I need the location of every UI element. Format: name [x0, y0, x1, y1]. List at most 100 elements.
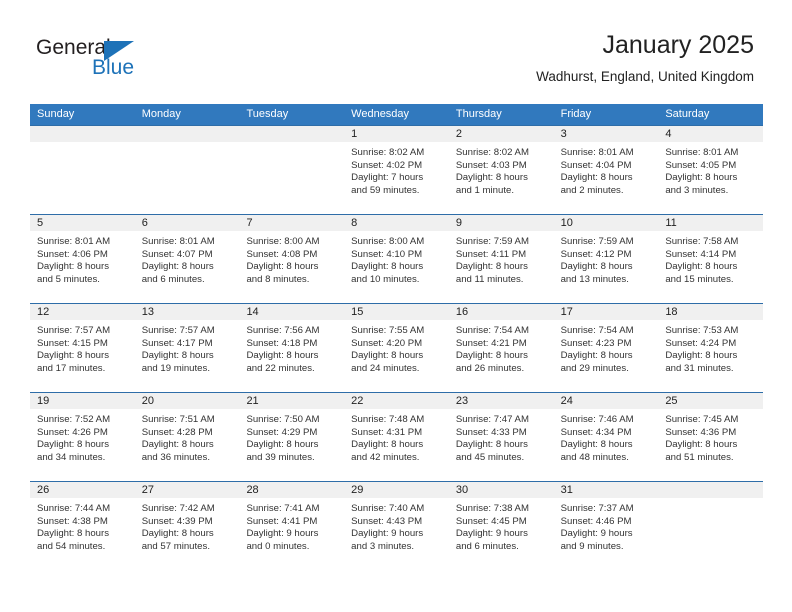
day-number-bar: 22 — [344, 393, 449, 410]
daylight-text-cont: and 17 minutes. — [37, 362, 106, 374]
daylight-text-cont: and 11 minutes. — [455, 273, 524, 285]
daylight-text: Daylight: 8 hours — [455, 350, 528, 362]
calendar-grid: Sunday Monday Tuesday Wednesday Thursday… — [30, 104, 764, 570]
day-cell[interactable]: 31 Sunrise: 7:37 AM Sunset: 4:46 PM Dayligh… — [553, 482, 659, 570]
calendar-week-row: 5 Sunrise: 8:01 AM Sunset: 4:06 PM Daylight… — [30, 214, 764, 303]
day-details: Sunrise: 8:00 AM Sunset: 4:10 PM Daylight:… — [344, 232, 449, 286]
sunset-text: Sunset: 4:14 PM — [665, 248, 737, 260]
day-cell[interactable]: 22 Sunrise: 7:48 AM Sunset: 4:31 PM Dayligh… — [344, 393, 449, 481]
day-number-bar: 28 — [239, 482, 345, 499]
day-cell[interactable]: 1 Sunrise: 8:02 AM Sunset: 4:02 PM Daylight… — [344, 126, 449, 214]
day-cell[interactable]: 5 Sunrise: 8:01 AM Sunset: 4:06 PM Daylight… — [30, 215, 135, 303]
daylight-text: Daylight: 8 hours — [351, 439, 424, 451]
day-details: Sunrise: 8:01 AM Sunset: 4:06 PM Daylight:… — [30, 232, 135, 286]
day-cell[interactable]: 13 Sunrise: 7:57 AM Sunset: 4:17 PM Dayligh… — [134, 304, 240, 392]
day-cell[interactable]: 3 Sunrise: 8:01 AM Sunset: 4:04 PM Daylight… — [553, 126, 659, 214]
day-cell[interactable]: 18 Sunrise: 7:53 AM Sunset: 4:24 PM Dayligh… — [658, 304, 764, 392]
day-cell[interactable]: 24 Sunrise: 7:46 AM Sunset: 4:34 PM Dayligh… — [553, 393, 659, 481]
sunrise-text: Sunrise: 8:00 AM — [246, 236, 320, 247]
day-cell[interactable] — [30, 126, 135, 214]
day-details: Sunrise: 7:53 AM Sunset: 4:24 PM Daylight:… — [658, 321, 763, 375]
day-cell[interactable]: 14 Sunrise: 7:56 AM Sunset: 4:18 PM Dayligh… — [239, 304, 345, 392]
sunrise-text: Sunrise: 7:45 AM — [665, 414, 739, 425]
day-number-bar: 11 — [658, 215, 764, 232]
day-details: Sunrise: 7:54 AM Sunset: 4:23 PM Daylight:… — [554, 321, 659, 375]
day-cell[interactable] — [134, 126, 240, 214]
day-cell[interactable]: 23 Sunrise: 7:47 AM Sunset: 4:33 PM Dayligh… — [448, 393, 554, 481]
sunset-text: Sunset: 4:12 PM — [560, 248, 632, 260]
day-details: Sunrise: 7:45 AM Sunset: 4:36 PM Daylight:… — [658, 410, 763, 464]
day-number-bar: 29 — [344, 482, 449, 499]
day-details: Sunrise: 7:50 AM Sunset: 4:29 PM Daylight:… — [239, 410, 344, 464]
sunset-text: Sunset: 4:29 PM — [246, 426, 318, 438]
day-cell[interactable]: 2 Sunrise: 8:02 AM Sunset: 4:03 PM Daylight… — [448, 126, 554, 214]
daylight-text: Daylight: 9 hours — [560, 528, 633, 540]
day-cell[interactable]: 25 Sunrise: 7:45 AM Sunset: 4:36 PM Dayligh… — [658, 393, 764, 481]
sunset-text: Sunset: 4:04 PM — [560, 159, 632, 171]
day-cell[interactable]: 19 Sunrise: 7:52 AM Sunset: 4:26 PM Dayligh… — [30, 393, 135, 481]
daylight-text: Daylight: 8 hours — [455, 439, 528, 451]
day-number-bar: 25 — [658, 393, 764, 410]
day-cell[interactable]: 17 Sunrise: 7:54 AM Sunset: 4:23 PM Dayligh… — [553, 304, 659, 392]
day-number-bar: 16 — [448, 304, 554, 321]
day-number: 30 — [455, 484, 469, 496]
day-cell[interactable]: 26 Sunrise: 7:44 AM Sunset: 4:38 PM Dayligh… — [30, 482, 135, 570]
sunset-text: Sunset: 4:34 PM — [560, 426, 632, 438]
sunset-text: Sunset: 4:28 PM — [141, 426, 213, 438]
day-cell[interactable]: 20 Sunrise: 7:51 AM Sunset: 4:28 PM Dayligh… — [134, 393, 240, 481]
sunrise-text: Sunrise: 8:01 AM — [141, 236, 215, 247]
sunrise-text: Sunrise: 7:44 AM — [37, 503, 111, 514]
sunrise-text: Sunrise: 7:51 AM — [141, 414, 215, 425]
sunrise-text: Sunrise: 7:48 AM — [351, 414, 425, 425]
day-cell[interactable]: 8 Sunrise: 8:00 AM Sunset: 4:10 PM Daylight… — [344, 215, 449, 303]
day-cell[interactable]: 11 Sunrise: 7:58 AM Sunset: 4:14 PM Dayligh… — [658, 215, 764, 303]
day-number-bar: 20 — [134, 393, 240, 410]
daylight-text-cont: and 54 minutes. — [37, 540, 106, 552]
day-cell[interactable]: 15 Sunrise: 7:55 AM Sunset: 4:20 PM Dayligh… — [344, 304, 449, 392]
daylight-text-cont: and 31 minutes. — [665, 362, 734, 374]
brand-logo[interactable]: General Blue — [36, 36, 226, 88]
sunset-text: Sunset: 4:45 PM — [455, 515, 527, 527]
daylight-text-cont: and 13 minutes. — [560, 273, 629, 285]
daylight-text: Daylight: 8 hours — [37, 350, 109, 362]
day-number: 19 — [37, 395, 50, 407]
day-number: 29 — [351, 484, 364, 496]
daylight-text: Daylight: 8 hours — [665, 350, 738, 362]
day-cell[interactable] — [239, 126, 345, 214]
day-number-bar: 1 — [344, 126, 449, 143]
day-cell[interactable]: 27 Sunrise: 7:42 AM Sunset: 4:39 PM Dayligh… — [134, 482, 240, 570]
daylight-text-cont: and 8 minutes. — [246, 273, 310, 285]
weekday-header-saturday: Saturday — [665, 108, 710, 120]
sunset-text: Sunset: 4:03 PM — [455, 159, 527, 171]
day-number: 8 — [351, 217, 358, 229]
day-cell[interactable]: 28 Sunrise: 7:41 AM Sunset: 4:41 PM Dayligh… — [239, 482, 345, 570]
sunset-text: Sunset: 4:06 PM — [37, 248, 108, 260]
day-cell[interactable]: 16 Sunrise: 7:54 AM Sunset: 4:21 PM Dayligh… — [448, 304, 554, 392]
day-cell[interactable] — [658, 482, 764, 570]
day-number-bar: 2 — [448, 126, 554, 143]
day-number-bar: 5 — [30, 215, 135, 232]
sunset-text: Sunset: 4:20 PM — [351, 337, 423, 349]
daylight-text-cont: and 6 minutes. — [141, 273, 205, 285]
sunrise-text: Sunrise: 8:01 AM — [37, 236, 111, 247]
daylight-text: Daylight: 9 hours — [246, 528, 319, 540]
sunset-text: Sunset: 4:11 PM — [455, 248, 527, 260]
day-details: Sunrise: 8:02 AM Sunset: 4:03 PM Daylight:… — [449, 143, 554, 197]
day-cell[interactable]: 6 Sunrise: 8:01 AM Sunset: 4:07 PM Daylight… — [134, 215, 240, 303]
sunrise-text: Sunrise: 7:53 AM — [665, 325, 739, 336]
day-cell[interactable]: 21 Sunrise: 7:50 AM Sunset: 4:29 PM Dayligh… — [239, 393, 345, 481]
day-number-bar: 6 — [134, 215, 240, 232]
daylight-text-cont: and 51 minutes. — [665, 451, 734, 463]
day-cell[interactable]: 12 Sunrise: 7:57 AM Sunset: 4:15 PM Dayligh… — [30, 304, 135, 392]
day-cell[interactable]: 7 Sunrise: 8:00 AM Sunset: 4:08 PM Daylight… — [239, 215, 345, 303]
day-number: 14 — [246, 306, 259, 318]
daylight-text-cont: and 9 minutes. — [560, 540, 624, 552]
day-cell[interactable]: 10 Sunrise: 7:59 AM Sunset: 4:12 PM Dayligh… — [553, 215, 659, 303]
daylight-text: Daylight: 8 hours — [141, 350, 214, 362]
day-details: Sunrise: 7:55 AM Sunset: 4:20 PM Daylight:… — [344, 321, 449, 375]
day-cell[interactable]: 29 Sunrise: 7:40 AM Sunset: 4:43 PM Dayligh… — [344, 482, 449, 570]
day-details: Sunrise: 7:54 AM Sunset: 4:21 PM Daylight:… — [449, 321, 554, 375]
day-cell[interactable]: 9 Sunrise: 7:59 AM Sunset: 4:11 PM Daylight… — [448, 215, 554, 303]
day-cell[interactable]: 4 Sunrise: 8:01 AM Sunset: 4:05 PM Daylight… — [658, 126, 764, 214]
day-cell[interactable]: 30 Sunrise: 7:38 AM Sunset: 4:45 PM Dayligh… — [448, 482, 554, 570]
